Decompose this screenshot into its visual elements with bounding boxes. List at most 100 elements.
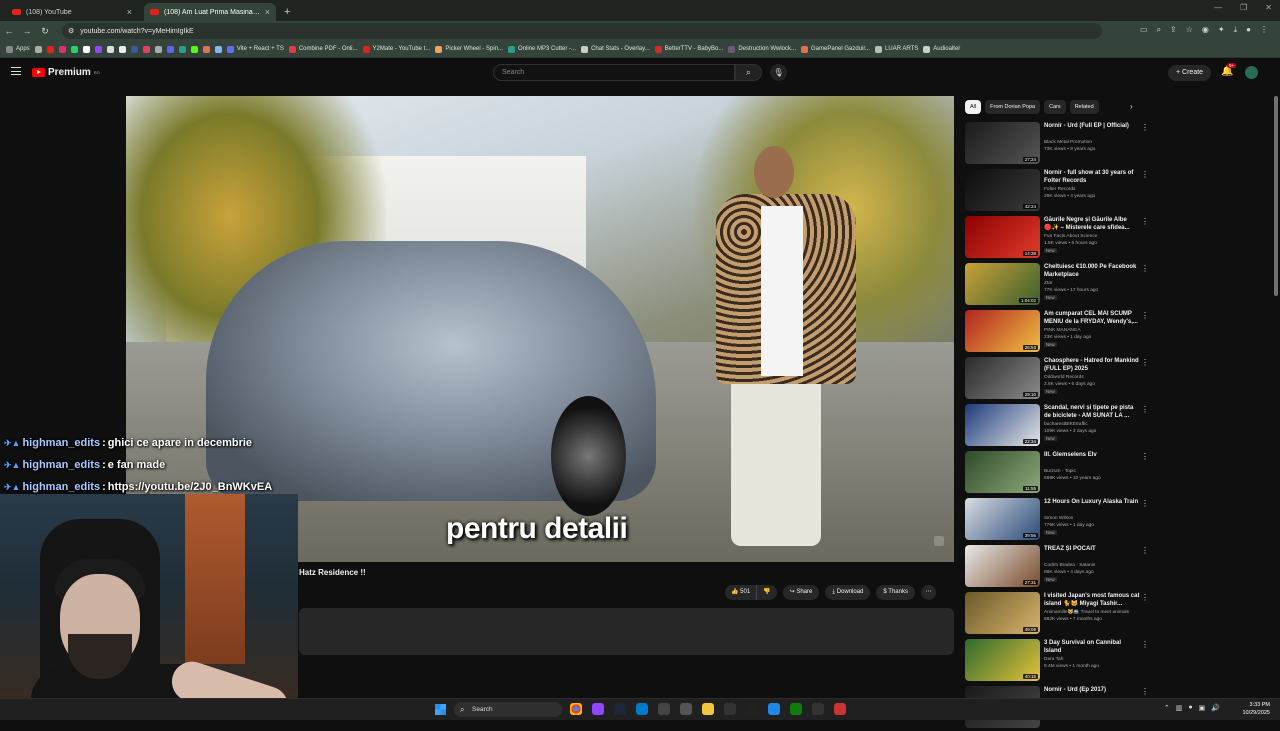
channel-name[interactable]: bucharestBIKEtraffic [1044,421,1140,428]
bookmark-icon[interactable] [214,45,222,53]
video-title[interactable]: Nornir - Urd (Full EP | Official) [1044,122,1140,130]
video-title[interactable]: Găurile Negre și Găurile Albe 🔴✨ – Miste… [1044,216,1140,232]
video-title[interactable]: Chaosphere - Hatred for Mankind (FULL EP… [1044,357,1140,373]
account-avatar[interactable] [1245,66,1258,79]
more-actions-button[interactable]: ⋯ [920,585,936,600]
video-thumbnail[interactable]: 1:04:02 [965,263,1040,305]
channel-name[interactable]: Animamille🐱🚢 Travel to meet animals [1044,609,1140,616]
dislike-button[interactable]: 👎 [757,585,776,600]
whatsapp-bookmark-icon[interactable] [70,45,78,53]
app-icon[interactable] [834,703,846,715]
recommended-video[interactable]: 42:24 Nornir - full show at 30 years of F… [965,167,1150,214]
share-icon[interactable]: ⇪ [1170,25,1177,35]
chip-from-channel[interactable]: From Dorian Popa [985,100,1041,114]
bookmark-item[interactable]: Chat Stats - Overlay... [581,45,650,53]
video-title[interactable]: I visited Japan's most famous cat island… [1044,592,1140,608]
more-options-icon[interactable]: ⋮ [1141,358,1149,367]
bookmark-star-icon[interactable]: ☆ [1186,25,1193,35]
video-title[interactable]: Cheltuiesc €10.000 Pe Facebook Marketpla… [1044,263,1140,279]
bookmark-icon[interactable] [82,45,90,53]
video-thumbnail[interactable]: 14:38 [965,216,1040,258]
video-thumbnail[interactable]: 27:24 [965,122,1040,164]
reload-icon[interactable]: ↻ [36,26,54,37]
voice-search-button[interactable]: 🎙 [770,64,787,81]
channel-name[interactable]: Black Metal Promotion [1044,139,1140,146]
channel-name[interactable]: Ztar [1044,280,1140,287]
twitch-bookmark-icon[interactable] [94,45,102,53]
channel-name[interactable]: PINK MANANCA [1044,327,1140,334]
video-title[interactable]: TREAZ ȘI POCĂIT [1044,545,1140,553]
bookmark-item[interactable]: Y2Mate - YouTube t... [362,45,430,53]
discord-bookmark-icon[interactable] [166,45,174,53]
close-tab-icon[interactable]: × [265,7,270,17]
recommended-video[interactable]: 26:53 Am cumparat CEL MAI SCUMP MENIU de … [965,308,1150,355]
description-box[interactable] [299,608,954,655]
more-options-icon[interactable]: ⋮ [1141,640,1149,649]
extension-icon[interactable]: ◉ [1202,25,1209,35]
zoom-icon[interactable]: ⌕ [1157,25,1161,35]
more-options-icon[interactable]: ⋮ [1141,687,1149,696]
bookmark-item[interactable]: Vite + React + TS [226,45,284,53]
video-thumbnail[interactable]: 40:15 [965,639,1040,681]
bookmark-item[interactable]: Audioalter [923,45,960,53]
more-options-icon[interactable]: ⋮ [1141,405,1149,414]
recommended-video[interactable]: 27:31 TREAZ ȘI POCĂIT Codrin Bradea · Sata… [965,543,1150,590]
menu-hamburger-icon[interactable] [11,67,21,75]
like-button[interactable]: 👍 501 [725,585,758,600]
extensions-puzzle-icon[interactable]: ✦ [1218,25,1225,35]
channel-name[interactable]: Oddworld Records [1044,374,1140,381]
network-icon[interactable]: ▥ [1176,704,1183,712]
search-button[interactable]: ⌕ [735,64,762,81]
bookmark-item[interactable]: Combine PDF - Onli... [288,45,358,53]
taskbar-search[interactable]: Search [454,702,562,717]
channel-name[interactable]: Dara Tah [1044,656,1140,663]
video-thumbnail[interactable]: 49:09 [965,592,1040,634]
vscode-icon[interactable] [636,703,648,715]
video-title[interactable]: Nornir - Urd (Ep 2017) [1044,686,1140,694]
recommended-video[interactable]: 39:56 12 Hours On Luxury Alaska Train Simo… [965,496,1150,543]
recommended-video[interactable]: 14:38 Găurile Negre și Găurile Albe 🔴✨ – … [965,214,1150,261]
app-icon[interactable] [658,703,670,715]
forward-icon[interactable]: → [18,26,36,36]
app-icon[interactable] [724,703,736,715]
channel-name[interactable]: Codrin Bradea · Satanis [1044,562,1140,569]
maximize-icon[interactable]: ❐ [1240,3,1247,12]
channel-name[interactable]: Fun Facts About Science [1044,233,1140,240]
video-title[interactable]: Am cumparat CEL MAI SCUMP MENIU de la FR… [1044,310,1140,326]
more-options-icon[interactable]: ⋮ [1141,452,1149,461]
new-tab-button[interactable]: + [284,6,290,18]
instagram-bookmark-icon[interactable] [58,45,66,53]
video-thumbnail[interactable]: 27:31 [965,545,1040,587]
browser-tab-active[interactable]: (108) Am Luat Prima Masina Ele... × [144,3,276,21]
recommended-video[interactable]: 49:09 I visited Japan's most famous cat i… [965,590,1150,637]
video-title[interactable]: 3 Day Survival on Cannibal Island [1044,639,1140,655]
download-button[interactable]: ⤓ Download [825,585,871,600]
more-options-icon[interactable]: ⋮ [1141,170,1149,179]
video-title[interactable]: Nornir - full show at 30 years of Folter… [1044,169,1140,185]
page-scrollbar[interactable] [1274,96,1278,296]
bookmark-item[interactable]: Destruction Wwlock... [728,45,796,53]
video-title[interactable]: III. Glemselens Elv [1044,451,1140,459]
bookmark-item[interactable]: Picker Wheel - Spin... [435,45,503,53]
video-title[interactable]: 12 Hours On Luxury Alaska Train [1044,498,1140,506]
youtube-premium-logo[interactable]: Premium RO [32,67,100,78]
recommended-video[interactable]: 29:10 Chaosphere - Hatred for Mankind (FU… [965,355,1150,402]
site-info-icon[interactable]: ⚙ [68,27,74,35]
bookmark-item[interactable]: Online MP3 Cutter -... [508,45,576,53]
app-icon[interactable] [746,703,758,715]
more-options-icon[interactable]: ⋮ [1141,593,1149,602]
x-bookmark-icon[interactable] [106,45,114,53]
video-title[interactable]: Scandal, nervi și țipete pe pista de bic… [1044,404,1140,420]
cast-icon[interactable]: ▭ [1140,25,1148,35]
more-options-icon[interactable]: ⋮ [1141,546,1149,555]
tiktok-bookmark-icon[interactable] [118,45,126,53]
kick-bookmark-icon[interactable] [190,45,198,53]
chrome-icon[interactable] [570,703,582,715]
chip-all[interactable]: All [965,100,982,114]
windows-start-icon[interactable] [435,704,446,715]
facebook-bookmark-icon[interactable] [130,45,138,53]
url-bar[interactable]: ⚙ youtube.com/watch?v=yMeHimIgIkE [62,23,1102,39]
back-icon[interactable]: ← [0,26,18,36]
bookmark-icon[interactable] [154,45,162,53]
bookmark-icon[interactable] [34,45,42,53]
